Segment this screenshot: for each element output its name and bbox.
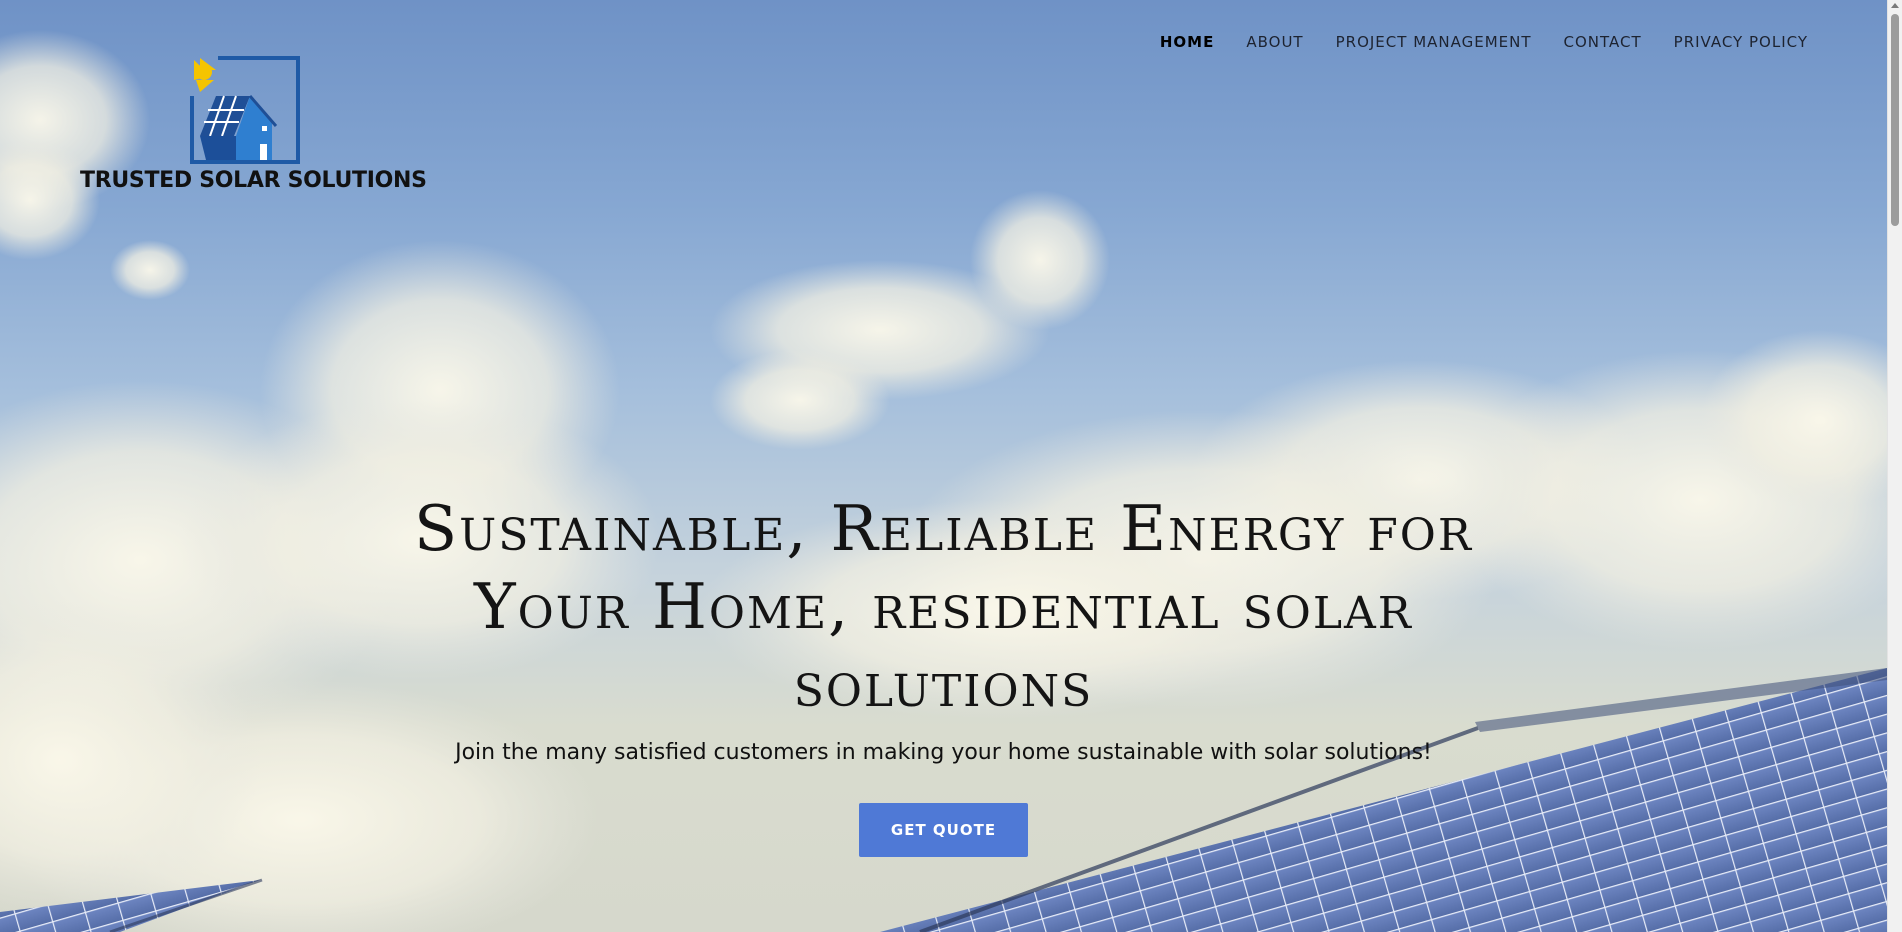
hero-subtitle: Join the many satisfied customers in mak… <box>455 740 1432 765</box>
nav-item-project-management[interactable]: PROJECT MANAGEMENT <box>1320 32 1548 52</box>
scroll-up-arrow-icon[interactable] <box>1891 3 1899 8</box>
get-quote-button[interactable]: GET QUOTE <box>858 803 1029 857</box>
nav-item-contact[interactable]: CONTACT <box>1548 32 1658 52</box>
house-solar-panel-sun-icon <box>190 56 300 164</box>
nav-item-about[interactable]: ABOUT <box>1230 32 1319 52</box>
page: TRUSTED SOLAR SOLUTIONS HOME ABOUT PROJE… <box>0 0 1902 932</box>
main-navigation: HOME ABOUT PROJECT MANAGEMENT CONTACT PR… <box>1144 32 1824 52</box>
scrollbar-thumb[interactable] <box>1891 14 1899 226</box>
hero-title: Sustainable, Reliable Energy for Your Ho… <box>413 492 1474 721</box>
nav-item-home[interactable]: HOME <box>1144 32 1230 52</box>
hero-content: Sustainable, Reliable Energy for Your Ho… <box>0 490 1887 857</box>
sun-icon <box>194 58 216 92</box>
site-name: TRUSTED SOLAR SOLUTIONS <box>80 168 427 193</box>
hero-section: TRUSTED SOLAR SOLUTIONS HOME ABOUT PROJE… <box>0 0 1887 932</box>
nav-item-privacy-policy[interactable]: PRIVACY POLICY <box>1658 32 1824 52</box>
site-logo[interactable]: TRUSTED SOLAR SOLUTIONS <box>80 56 427 201</box>
page-scrollbar[interactable] <box>1887 0 1902 932</box>
